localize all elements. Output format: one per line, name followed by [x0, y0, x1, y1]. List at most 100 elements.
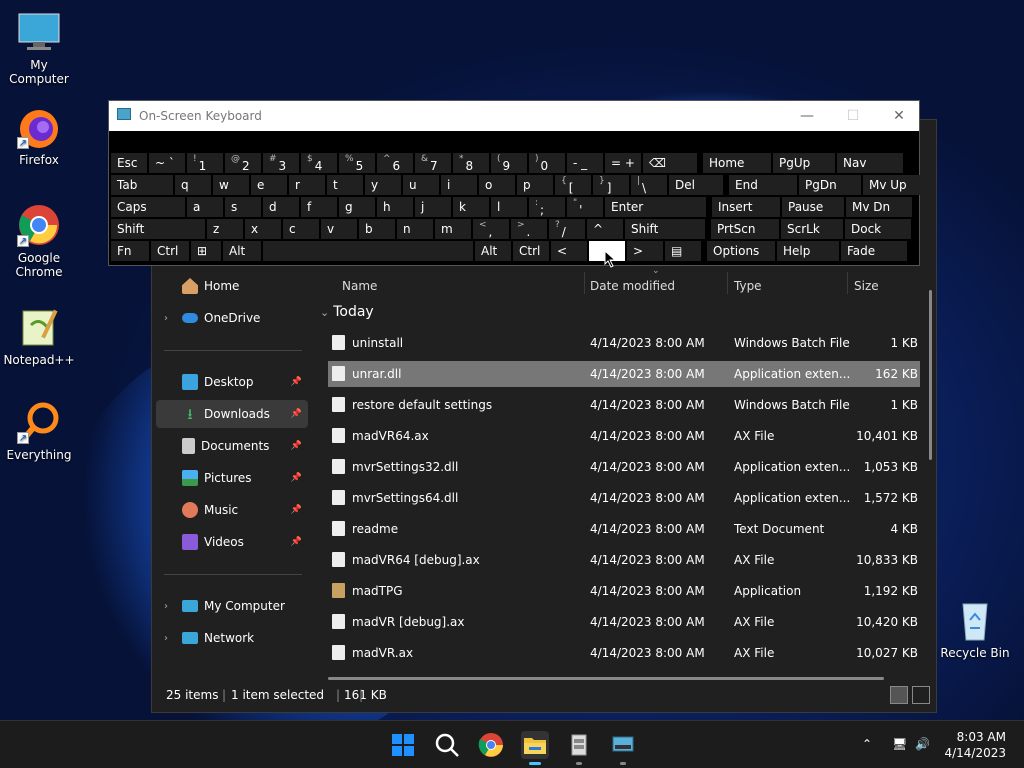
tiles-view-button[interactable]	[912, 686, 930, 704]
column-header-name[interactable]: Name	[342, 274, 377, 298]
file-row[interactable]: madVR64.ax 4/14/2023 8:00 AM AX File 10,401…	[328, 423, 920, 449]
osk-key[interactable]: a	[187, 197, 223, 217]
osk-key[interactable]: ▤	[665, 241, 701, 261]
pin-icon[interactable]: 📌	[291, 505, 302, 515]
nav-pictures[interactable]: Pictures 📌	[156, 464, 308, 492]
column-header-date[interactable]: Date modified	[590, 274, 675, 298]
osk-key[interactable]: Home	[703, 153, 771, 173]
nav-music[interactable]: Music 📌	[156, 496, 308, 524]
osk-key[interactable]: d	[263, 197, 299, 217]
osk-key[interactable]: c	[283, 219, 319, 239]
osk-key[interactable]: <,	[473, 219, 509, 239]
column-header-type[interactable]: Type	[734, 274, 762, 298]
osk-key[interactable]: = +	[605, 153, 641, 173]
osk-key[interactable]: ? /	[549, 219, 585, 239]
osk-key[interactable]: l	[491, 197, 527, 217]
osk-key[interactable]: Alt	[223, 241, 261, 261]
osk-key[interactable]: r	[289, 175, 325, 195]
nav-documents[interactable]: Documents 📌	[156, 432, 308, 460]
osk-key[interactable]: f	[301, 197, 337, 217]
osk-key[interactable]: m	[435, 219, 471, 239]
osk-key[interactable]: :;	[529, 197, 565, 217]
osk-key[interactable]: {[	[555, 175, 591, 195]
desktop-icon-firefox[interactable]: ↗ Firefox	[0, 105, 78, 167]
osk-key[interactable]: Pause	[782, 197, 844, 217]
chrome-taskbar-button[interactable]	[477, 731, 505, 759]
osk-title-bar[interactable]: On-Screen Keyboard — ☐ ✕	[109, 101, 919, 131]
file-row[interactable]: madTPG 4/14/2023 8:00 AM Application 1,192 …	[328, 578, 920, 604]
osk-key[interactable]: PgDn	[799, 175, 861, 195]
file-row[interactable]: uninstall 4/14/2023 8:00 AM Windows Batch …	[328, 330, 920, 356]
column-divider[interactable]	[727, 272, 728, 294]
osk-key[interactable]: Alt	[475, 241, 511, 261]
osk-key[interactable]: y	[365, 175, 401, 195]
network-icon[interactable]: 🖥	[892, 737, 907, 751]
osk-key[interactable]: o	[479, 175, 515, 195]
osk-key[interactable]: Insert	[712, 197, 780, 217]
desktop-icon-recycle-bin[interactable]: Recycle Bin	[936, 598, 1014, 660]
file-explorer-taskbar-button[interactable]	[521, 731, 549, 765]
osk-key[interactable]: >	[627, 241, 663, 261]
osk-key[interactable]	[263, 241, 473, 261]
show-hidden-icons-button[interactable]: ⌃	[862, 737, 872, 751]
osk-key[interactable]: PrtScn	[711, 219, 779, 239]
osk-key[interactable]: * 8	[453, 153, 489, 173]
file-row[interactable]: readme 4/14/2023 8:00 AM Text Document 4 KB	[328, 516, 920, 542]
file-row[interactable]: restore default settings 4/14/2023 8:00 A…	[328, 392, 920, 418]
osk-key[interactable]: u	[403, 175, 439, 195]
osk-key[interactable]: Tab	[111, 175, 173, 195]
osk-key[interactable]: w	[213, 175, 249, 195]
osk-key[interactable]: i	[441, 175, 477, 195]
file-row[interactable]: madVR [debug].ax 4/14/2023 8:00 AM AX File…	[328, 609, 920, 635]
osk-key[interactable]: " '	[567, 197, 603, 217]
pin-icon[interactable]: 📌	[291, 537, 302, 547]
osk-key[interactable]: h	[377, 197, 413, 217]
file-row[interactable]: mvrSettings64.dll 4/14/2023 8:00 AM Applic…	[328, 485, 920, 511]
pin-icon[interactable]: 📌	[291, 441, 302, 451]
column-header-size[interactable]: Size	[854, 274, 879, 298]
osk-key[interactable]: Options	[707, 241, 775, 261]
osk-key[interactable]: p	[517, 175, 553, 195]
file-row[interactable]: madVR64 [debug].ax 4/14/2023 8:00 AM AX Fi…	[328, 547, 920, 573]
desktop-icon-notepadpp[interactable]: Notepad++	[0, 305, 78, 367]
osk-key[interactable]: (9	[491, 153, 527, 173]
osk-key[interactable]: @2	[225, 153, 261, 173]
group-header-today[interactable]: ⌄ Today	[320, 304, 374, 320]
osk-key[interactable]: ^ 6	[377, 153, 413, 173]
osk-key[interactable]: ~ `	[149, 153, 185, 173]
osk-key[interactable]: ^	[587, 219, 623, 239]
pin-icon[interactable]: 📌	[291, 377, 302, 387]
osk-key[interactable]: ) 0	[529, 153, 565, 173]
osk-key[interactable]: Enter	[605, 197, 706, 217]
nav-videos[interactable]: Videos 📌	[156, 528, 308, 556]
desktop-icon-my-computer[interactable]: My Computer	[0, 10, 78, 86]
osk-key[interactable]: ⌫	[643, 153, 697, 173]
file-row[interactable]: madVR.ax 4/14/2023 8:00 AM AX File 10,027 K…	[328, 640, 920, 666]
osk-key[interactable]: Esc	[111, 153, 147, 173]
osk-key[interactable]: Shift	[625, 219, 705, 239]
osk-key[interactable]: ScrLk	[781, 219, 843, 239]
column-divider[interactable]	[847, 272, 848, 294]
osk-key[interactable]: Caps	[111, 197, 185, 217]
osk-key[interactable]: }]	[593, 175, 629, 195]
osk-key[interactable]: - _	[567, 153, 603, 173]
osk-key[interactable]: t	[327, 175, 363, 195]
pin-icon[interactable]: 📌	[291, 409, 302, 419]
osk-key[interactable]: >.	[511, 219, 547, 239]
osk-key[interactable]: Ctrl	[513, 241, 549, 261]
close-button[interactable]: ✕	[881, 105, 917, 127]
osk-key[interactable]: b	[359, 219, 395, 239]
nav-onedrive[interactable]: › OneDrive	[156, 304, 308, 332]
osk-key[interactable]: | \	[631, 175, 667, 195]
nav-downloads[interactable]: ⭳ Downloads 📌	[156, 400, 308, 428]
nav-home[interactable]: Home	[156, 272, 308, 300]
nav-network[interactable]: › Network	[156, 624, 308, 652]
osk-key[interactable]: z	[207, 219, 243, 239]
osk-key[interactable]: k	[453, 197, 489, 217]
clock[interactable]: 8:03 AM 4/14/2023	[944, 729, 1006, 761]
osk-key[interactable]: Mv Dn	[846, 197, 912, 217]
osk-key[interactable]: Del	[669, 175, 723, 195]
osk-key[interactable]: Ctrl	[151, 241, 189, 261]
osk-key[interactable]: v	[321, 219, 357, 239]
osk-key[interactable]: Shift	[111, 219, 205, 239]
